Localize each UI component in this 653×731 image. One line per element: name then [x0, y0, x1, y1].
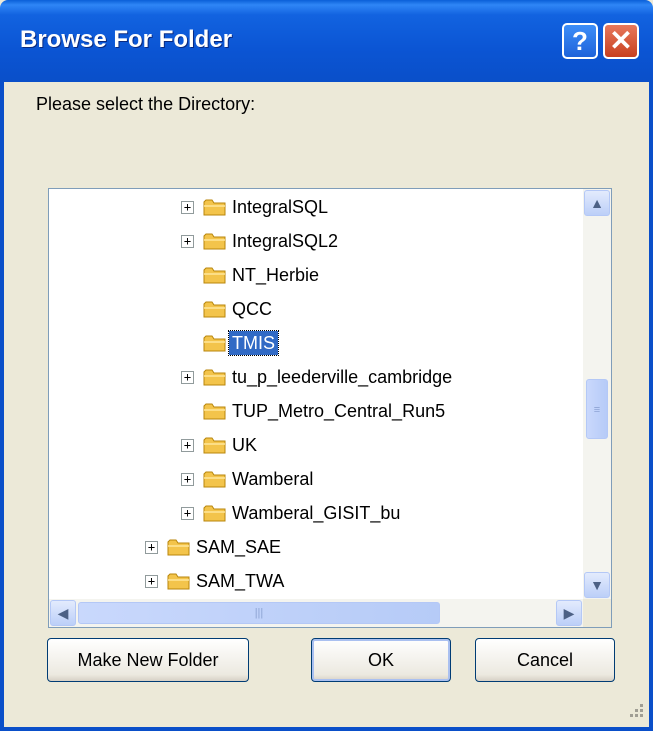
tree-item-label: SAM_TWA [196, 571, 285, 591]
horizontal-scrollbar[interactable]: ◀ ||| ▶ [49, 599, 583, 627]
tree-item[interactable]: NT_Herbie [49, 260, 583, 290]
resize-grip[interactable] [624, 700, 646, 722]
folder-tree-rows: + IntegralSQL + IntegralSQL2 NT_Herbie QCC TMI… [49, 189, 583, 599]
folder-icon [203, 504, 227, 522]
help-button[interactable]: ? [562, 23, 598, 59]
instruction-label: Please select the Directory: [36, 94, 256, 114]
tree-item-label: NT_Herbie [232, 265, 320, 285]
scroll-left-button[interactable]: ◀ [50, 600, 76, 626]
tree-item-label: IntegralSQL [232, 197, 329, 217]
tree-item[interactable]: + tu_p_leederville_cambridge [49, 362, 583, 392]
scrollbar-corner [583, 599, 611, 627]
folder-icon [203, 402, 227, 420]
resize-grip-icon [630, 704, 643, 717]
folder-icon [203, 198, 227, 216]
tree-item[interactable]: + IntegralSQL2 [49, 226, 583, 256]
make-new-folder-button[interactable]: Make New Folder [47, 638, 249, 682]
tree-item[interactable]: + SAM_TWA [49, 566, 583, 596]
folder-icon [203, 232, 227, 250]
tree-item[interactable]: TMIS [49, 328, 583, 358]
tree-item[interactable]: + Wamberal [49, 464, 583, 494]
expand-icon[interactable]: + [181, 473, 194, 486]
tree-item[interactable]: + UK [49, 430, 583, 460]
close-button[interactable]: ✕ [603, 23, 639, 59]
expand-icon[interactable]: + [181, 235, 194, 248]
scroll-right-button[interactable]: ▶ [556, 600, 582, 626]
tree-item[interactable]: TUP_Metro_Central_Run5 [49, 396, 583, 426]
tree-item-label: SAM_SAE [196, 537, 282, 557]
tree-item-label: QCC [232, 299, 272, 319]
expand-icon[interactable]: + [181, 439, 194, 452]
title-bar[interactable]: Browse For Folder ? ✕ [0, 0, 653, 82]
cancel-button[interactable]: Cancel [475, 638, 615, 682]
tree-item[interactable]: + SAM_SAE [49, 532, 583, 562]
ok-button[interactable]: OK [311, 638, 451, 682]
tree-item-label: TUP_Metro_Central_Run5 [232, 401, 446, 421]
tree-item-label: tu_p_leederville_cambridge [232, 367, 453, 387]
vertical-scroll-thumb[interactable]: ≡ [586, 379, 608, 440]
scroll-down-button[interactable]: ▼ [584, 572, 610, 598]
tree-item[interactable]: + IntegralSQL [49, 192, 583, 222]
expand-icon[interactable]: + [145, 575, 158, 588]
folder-icon [203, 266, 227, 284]
tree-item-label: UK [232, 435, 258, 455]
expand-icon[interactable]: + [181, 371, 194, 384]
window-title: Browse For Folder [20, 26, 233, 53]
expand-icon[interactable]: + [145, 541, 158, 554]
horizontal-scroll-thumb[interactable]: ||| [78, 602, 440, 624]
vertical-scrollbar[interactable]: ▲ ≡ ▼ [583, 189, 611, 599]
folder-icon [203, 470, 227, 488]
folder-icon [203, 300, 227, 318]
folder-icon [203, 368, 227, 386]
folder-tree[interactable]: + IntegralSQL + IntegralSQL2 NT_Herbie QCC TMI… [48, 188, 612, 628]
tree-item-label: IntegralSQL2 [232, 231, 339, 251]
tree-item-label: Wamberal_GISIT_bu [232, 503, 401, 523]
expand-icon[interactable]: + [181, 201, 194, 214]
tree-item-label: Wamberal [232, 469, 314, 489]
folder-icon [167, 538, 191, 556]
folder-icon [203, 436, 227, 454]
scroll-up-button[interactable]: ▲ [584, 190, 610, 216]
expand-icon[interactable]: + [181, 507, 194, 520]
folder-icon [167, 572, 191, 590]
tree-item-label: TMIS [228, 330, 279, 356]
tree-item[interactable]: + Wamberal_GISIT_bu [49, 498, 583, 528]
tree-item[interactable]: QCC [49, 294, 583, 324]
folder-icon [203, 334, 227, 352]
